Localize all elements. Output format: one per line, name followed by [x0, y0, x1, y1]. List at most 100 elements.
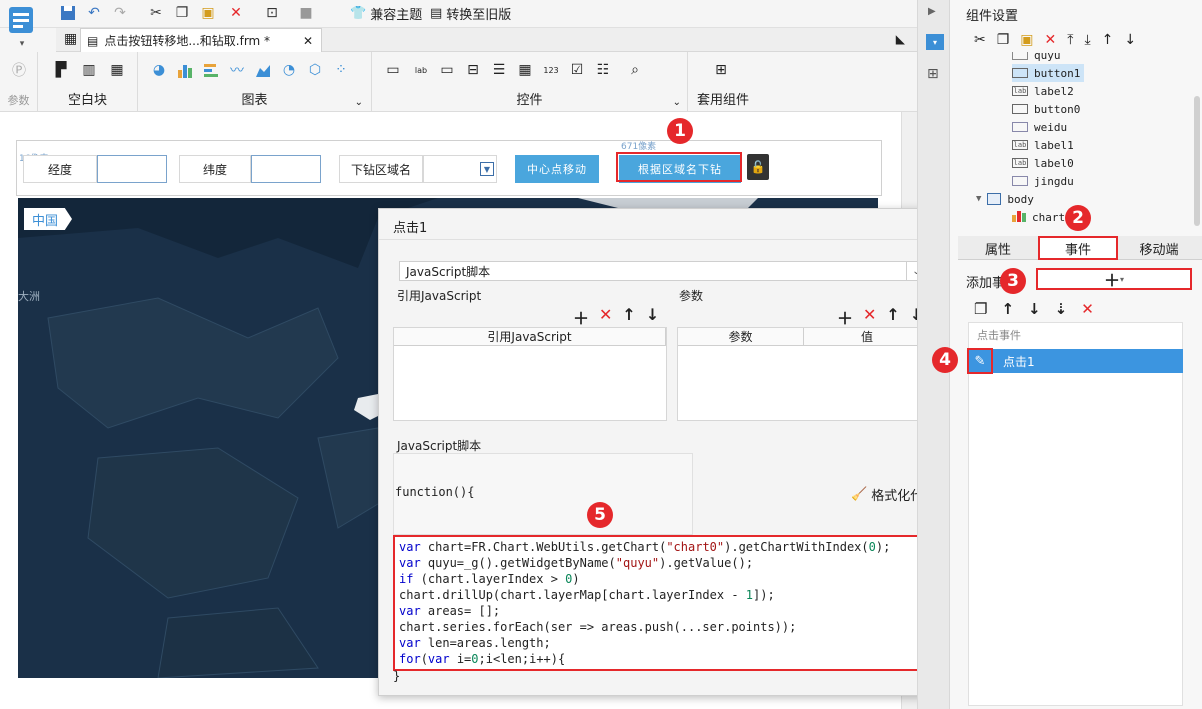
save-icon[interactable] [58, 4, 78, 22]
textbox-widget-icon[interactable]: ▭ [438, 61, 456, 79]
lng-input[interactable] [97, 155, 167, 183]
chevron-down-icon[interactable]: ⌄ [355, 97, 363, 108]
add-icon[interactable]: ＋ [837, 305, 853, 329]
tree-item[interactable]: jingdu [1012, 172, 1074, 190]
move-down-icon[interactable]: ↓ [646, 305, 659, 329]
add-event-button[interactable]: ＋ ▾ [1036, 268, 1192, 290]
tree-item[interactable]: lab label0 [1012, 154, 1074, 172]
delete-icon[interactable]: ✕ [599, 305, 612, 329]
theme-icon: 👕 [350, 5, 367, 21]
copy-icon[interactable]: ❐ [974, 300, 987, 318]
checkbox-widget-icon[interactable]: ☑ [568, 61, 586, 79]
gauge-chart-icon[interactable]: ◔ [280, 61, 298, 79]
grid-icon[interactable]: ▦ [64, 31, 77, 47]
map-breadcrumb[interactable]: 中国 [24, 208, 73, 230]
script-type-select[interactable]: JavaScript脚本 ⌄ [399, 261, 927, 281]
cut-icon[interactable]: ✂ [146, 4, 166, 22]
component-tree[interactable]: quyu button1 lab label2 button0 weidu lab… [950, 52, 1202, 228]
document-tab[interactable]: ▤ 点击按钮转移地...和钻取.frm * ✕ [80, 28, 322, 52]
line-chart-icon[interactable]: 〰 [228, 61, 246, 79]
tree-scrollbar[interactable] [1194, 96, 1200, 226]
move-down-icon[interactable]: ↓ [1124, 32, 1136, 48]
tree-item[interactable]: lab label2 [1012, 82, 1074, 100]
button-widget-icon[interactable]: ▭ [384, 61, 402, 79]
param-icon[interactable]: Ⓟ [10, 61, 28, 79]
sort-icon[interactable]: ⇣ [1055, 300, 1068, 318]
convert-old-button[interactable]: ▤ 转换至旧版 [430, 3, 511, 23]
move-up-icon[interactable]: ↑ [622, 305, 635, 329]
paste-icon[interactable]: ▣ [198, 4, 218, 22]
radar-chart-icon[interactable]: ⬡ [306, 61, 324, 79]
redo-icon[interactable]: ↷ [110, 4, 130, 22]
app-menu-icon[interactable]: ▾ [8, 6, 36, 52]
move-up-icon[interactable]: ↑ [886, 305, 899, 329]
lat-input[interactable] [251, 155, 321, 183]
collapse-icon[interactable]: ▶ [928, 6, 936, 17]
copy-icon[interactable]: ❐ [997, 32, 1010, 48]
edit-icon[interactable]: ✎ [967, 348, 993, 374]
move-up-icon[interactable]: ↑ [1001, 300, 1014, 318]
move-top-icon[interactable]: ⤒ [1067, 32, 1073, 48]
date-widget-icon[interactable]: ▦ [516, 61, 534, 79]
tree-item[interactable]: lab label1 [1012, 136, 1074, 154]
dropdown-icon[interactable]: ▼ [480, 162, 494, 176]
checkbox-group-icon[interactable]: ☷ [594, 61, 612, 79]
pie-chart-icon[interactable]: ◕ [150, 61, 168, 79]
grid-layout-icon[interactable]: ▦ [108, 61, 126, 79]
combobox-widget-icon[interactable]: ⊟ [464, 61, 482, 79]
tab-events[interactable]: 事件 [1038, 236, 1118, 260]
move-up-icon[interactable]: ↑ [1102, 32, 1114, 48]
tree-item[interactable]: weidu [1012, 118, 1067, 136]
delete-icon[interactable]: ✕ [1045, 32, 1057, 48]
undo-icon[interactable]: ↶ [84, 4, 104, 22]
dialog-title: 点击1 [393, 221, 428, 236]
chevron-down-icon[interactable]: ⌄ [673, 97, 681, 108]
label-icon: lab [1012, 86, 1028, 96]
tree-item[interactable]: button0 [1012, 100, 1080, 118]
delete-icon[interactable]: ✕ [863, 305, 876, 329]
parameter-form[interactable]: 16像素 671像素 经度 纬度 下钻区域名 ▼ 中心点移动 根据区域名下钻 🔓 [16, 140, 882, 196]
tree-item-chart[interactable]: chart [1012, 208, 1065, 226]
ref-js-table[interactable]: 引用JavaScript [393, 327, 667, 421]
paste-icon[interactable]: ▣ [1020, 32, 1033, 48]
list-widget-icon[interactable]: ☰ [490, 61, 508, 79]
shared-component-icon[interactable]: ⊞ [712, 61, 730, 79]
lng-label: 经度 [23, 155, 97, 183]
code-line: if(areas[i].name==quyu){ [399, 667, 925, 669]
center-move-button[interactable]: 中心点移动 [515, 155, 599, 183]
cut-icon[interactable]: ✂ [974, 32, 986, 48]
unlock-icon[interactable]: 🔓 [747, 154, 769, 180]
bar-chart-icon[interactable] [176, 61, 194, 79]
tab-properties[interactable]: 属性 [958, 236, 1038, 260]
area-chart-icon[interactable] [254, 61, 272, 79]
absolute-layout-icon[interactable]: ▛ [52, 61, 70, 79]
event-list[interactable]: 点击事件 点击1 ✎ [967, 322, 1183, 706]
hbar-chart-icon[interactable] [202, 61, 220, 79]
tab-menu-icon[interactable]: ◣ [896, 32, 905, 46]
stop-icon[interactable]: ■ [296, 4, 316, 22]
tree-item[interactable]: quyu [1012, 52, 1061, 64]
event-item-click1[interactable]: 点击1 [993, 349, 1183, 373]
label-widget-icon[interactable]: lab [412, 61, 430, 79]
close-icon[interactable]: ✕ [303, 34, 313, 48]
add-icon[interactable]: ＋ [573, 305, 589, 329]
tree-item-selected[interactable]: button1 [1012, 64, 1085, 82]
move-bottom-icon[interactable]: ⤓ [1084, 32, 1090, 48]
component-panel-icon[interactable]: ▾ [926, 34, 944, 50]
delete-icon[interactable]: ✕ [226, 4, 246, 22]
tab-layout-icon[interactable]: ▥ [80, 61, 98, 79]
js-code-editor[interactable]: var chart=FR.Chart.WebUtils.getChart("ch… [393, 535, 931, 671]
preview-icon[interactable]: ⊡ [262, 4, 282, 22]
region-combo[interactable]: ▼ [423, 155, 497, 183]
scatter-chart-icon[interactable]: ⁘ [332, 61, 350, 79]
param-table[interactable]: 参数 值 [677, 327, 931, 421]
number-widget-icon[interactable]: 123 [542, 61, 560, 79]
compat-theme-button[interactable]: 👕 兼容主题 [350, 3, 422, 23]
query-widget-icon[interactable]: ⌕ [626, 61, 644, 79]
layout-panel-icon[interactable]: ⊞ [927, 66, 939, 82]
move-down-icon[interactable]: ↓ [1028, 300, 1041, 318]
copy-icon[interactable]: ❐ [172, 4, 192, 22]
delete-icon[interactable]: ✕ [1081, 300, 1094, 318]
tab-mobile[interactable]: 移动端 [1118, 236, 1200, 260]
tree-item-body[interactable]: ▼ body [976, 190, 1034, 208]
